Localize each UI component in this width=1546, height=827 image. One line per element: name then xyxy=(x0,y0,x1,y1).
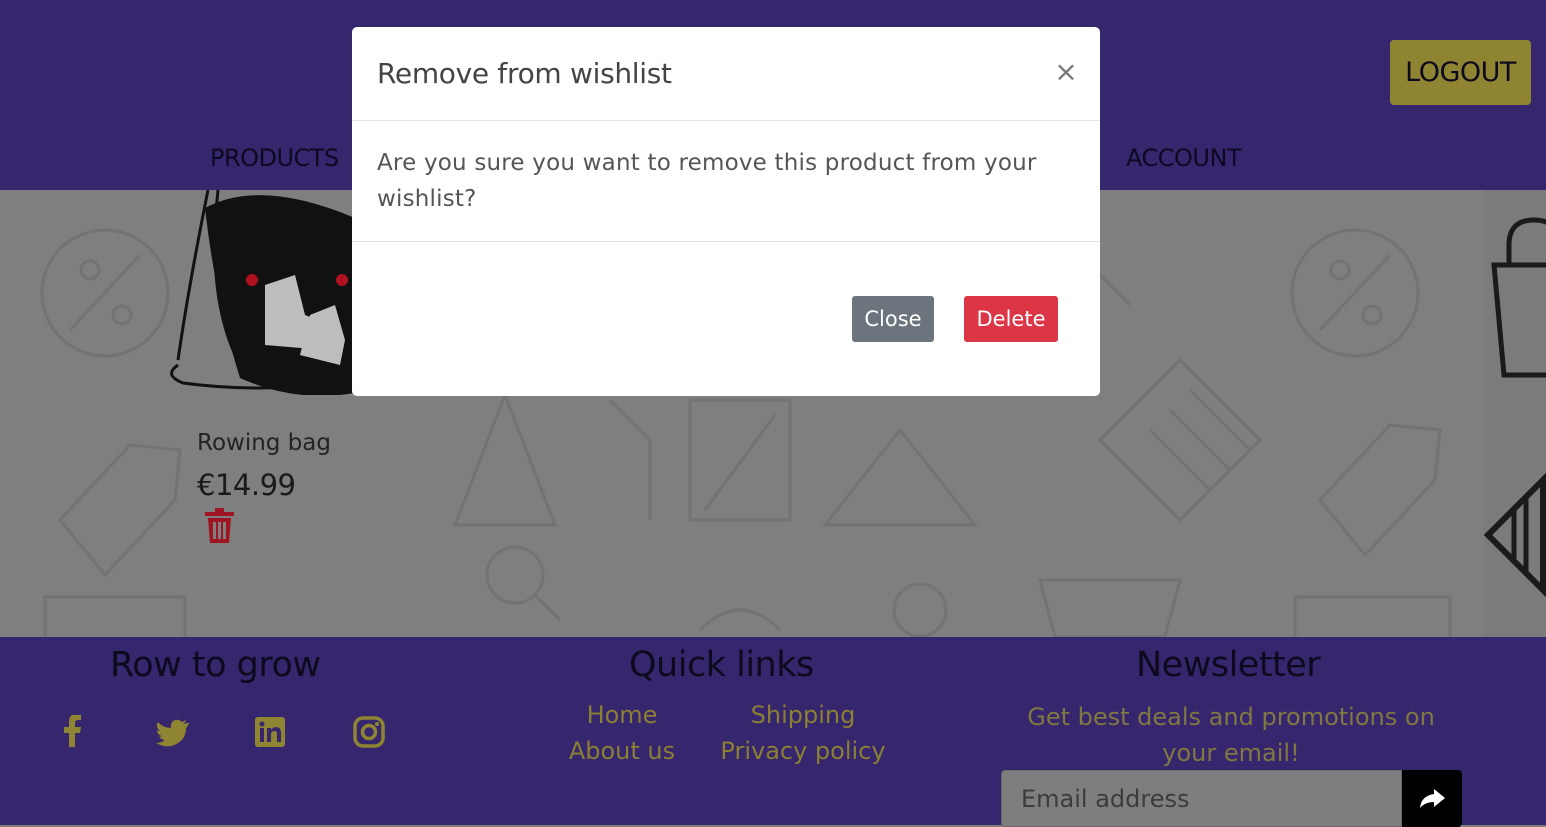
shopping-bag-icon xyxy=(1484,217,1546,598)
modal-divider xyxy=(352,120,1100,121)
modal-divider xyxy=(352,241,1100,242)
quick-links-title: Quick links xyxy=(629,645,814,685)
newsletter-text: Get best deals and promotions on your em… xyxy=(1027,703,1435,767)
footer-link-shipping[interactable]: Shipping xyxy=(703,701,903,729)
modal-message: Are you sure you want to remove this pro… xyxy=(377,150,1037,212)
logout-button[interactable]: LOGOUT xyxy=(1390,40,1531,105)
linkedin-icon[interactable] xyxy=(253,715,287,749)
modal-title: Remove from wishlist xyxy=(377,57,672,90)
instagram-icon[interactable] xyxy=(352,715,386,749)
newsletter-submit-button[interactable] xyxy=(1402,770,1462,827)
carousel-edge xyxy=(1484,190,1546,637)
remove-wishlist-modal: Remove from wishlist × Are you sure you … xyxy=(352,27,1100,396)
email-field[interactable] xyxy=(1001,770,1402,827)
footer-link-privacy[interactable]: Privacy policy xyxy=(703,737,903,765)
footer-brand-title: Row to grow xyxy=(110,645,321,685)
newsletter-title: Newsletter xyxy=(1136,645,1321,685)
twitter-icon[interactable] xyxy=(155,715,189,749)
share-arrow-icon xyxy=(1420,788,1445,808)
product-name[interactable]: Rowing bag xyxy=(197,430,331,456)
footer-link-about[interactable]: About us xyxy=(522,737,722,765)
site-footer: Row to grow Quick links Home About us Sh… xyxy=(0,637,1546,827)
close-button[interactable]: Close xyxy=(852,296,934,342)
nav-products[interactable]: PRODUCTS xyxy=(210,144,339,172)
close-icon[interactable]: × xyxy=(1049,51,1083,91)
product-price: €14.99 xyxy=(197,468,296,502)
delete-button[interactable]: Delete xyxy=(964,296,1058,342)
product-image[interactable] xyxy=(160,190,355,395)
facebook-icon[interactable] xyxy=(56,715,90,749)
nav-account[interactable]: ACCOUNT xyxy=(1126,144,1242,172)
footer-link-home[interactable]: Home xyxy=(522,701,722,729)
trash-icon[interactable] xyxy=(205,508,234,543)
